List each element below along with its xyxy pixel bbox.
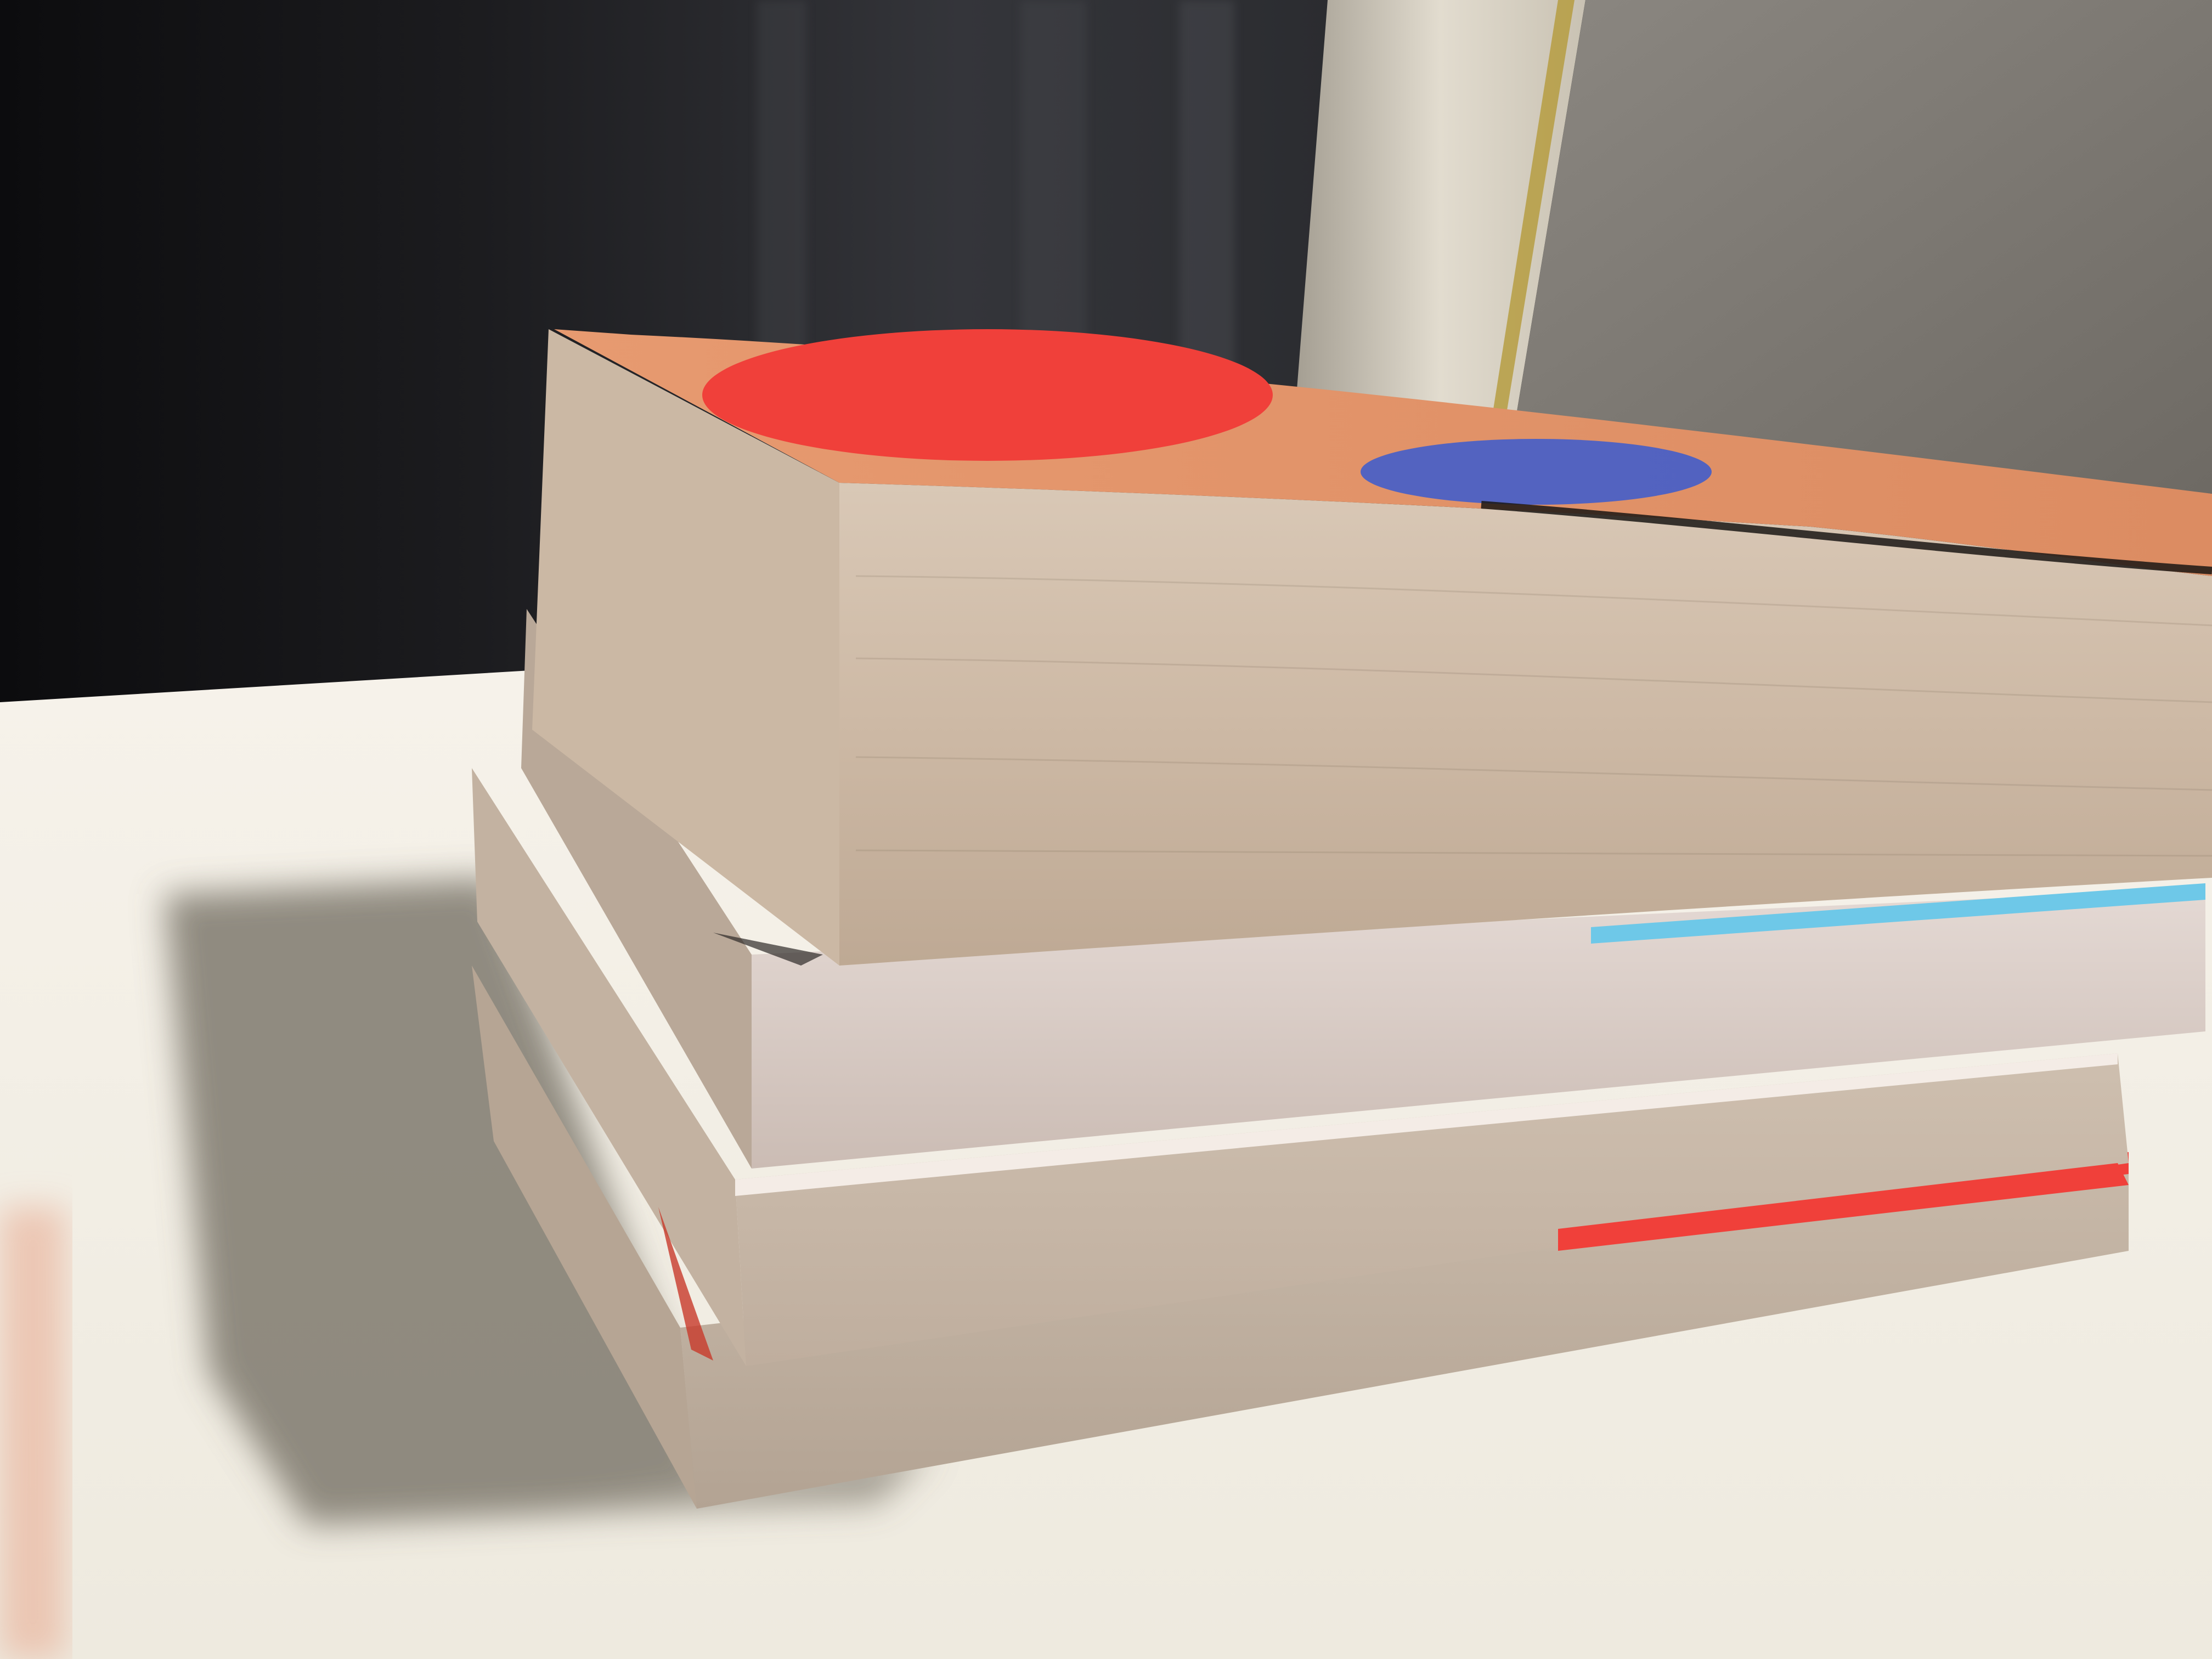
foreground-blur <box>0 1207 66 1659</box>
cover-blue-patch <box>1361 439 1712 505</box>
photo-scene <box>0 0 2212 1659</box>
wall <box>1514 0 2212 494</box>
cover-red-circle <box>702 329 1273 461</box>
